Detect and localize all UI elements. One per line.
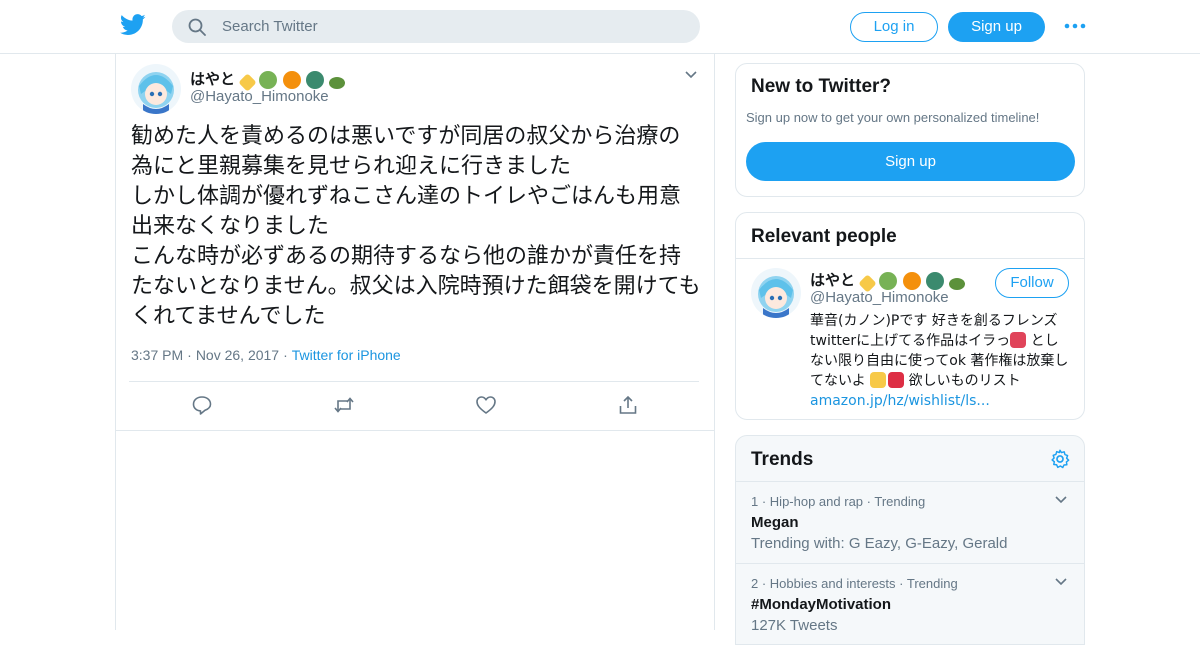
share-icon[interactable] [617,394,639,416]
tweet-source-link[interactable]: Twitter for iPhone [292,347,401,363]
dragon-icon [879,271,898,290]
display-name[interactable]: はやと [190,68,346,92]
tiger-face-icon [902,271,921,290]
person-name[interactable]: はやと [810,269,966,293]
name-emojis [858,271,966,293]
person-name-text: はやと [810,272,856,289]
person-bio: 華音(カノン)Pです 好きを創るフレンズ twitterに上げてる作品はイラっ … [810,311,1072,411]
sidebar-signup-button[interactable]: Sign up [746,142,1075,181]
trend-name: #MondayMotivation [751,596,892,613]
meta-separator: · [283,347,288,363]
signup-button[interactable]: Sign up [948,12,1045,42]
trend-category: 1 · Hip-hop and rap · Trending [751,494,926,509]
relevant-people-card: Relevant people はやと @Hayato_Himonoke Fol… [735,212,1085,420]
card-title: Relevant people [751,226,897,247]
bio-text: 欲しいものリスト [908,373,1021,389]
more-dots-icon[interactable] [1064,19,1086,33]
card-title: Trends [751,449,814,470]
tweet: はやと @Hayato_Himonoke 勧めた人を責めるのは悪いですが同居の叔… [116,54,714,431]
meta-separator: · [187,347,192,363]
tweet-meta: 3:37 PM · Nov 26, 2017 · Twitter for iPhone [131,347,401,363]
dragon-icon [259,70,278,89]
trend-topic: Hip-hop and rap [769,494,864,509]
search-box[interactable] [172,10,700,43]
name-emojis [238,70,346,92]
chevron-down-icon[interactable] [1054,577,1068,587]
trend-context: Trending with: G Eazy, G-Eazy, Gerald [751,535,1008,552]
login-button[interactable]: Log in [850,12,938,42]
new-to-twitter-card: New to Twitter? Sign up now to get your … [735,63,1085,197]
trend-name: Megan [751,514,799,531]
search-icon [188,18,206,36]
avatar-image [131,64,181,114]
search-input[interactable] [222,10,682,43]
twitter-bird-icon[interactable] [120,14,146,36]
person-handle[interactable]: @Hayato_Himonoke [810,289,949,306]
card-title: New to Twitter? [751,76,892,97]
retweet-icon[interactable] [333,394,355,416]
tiger-face-icon [282,70,301,89]
chevron-down-icon[interactable] [684,70,698,80]
gift-icon [888,372,905,388]
trend-rank: 2 [751,576,759,591]
trend-rank: 1 [751,494,759,509]
reply-icon[interactable] [191,394,213,416]
display-name-text: はやと [190,71,236,88]
trend-category: 2 · Hobbies and interests · Trending [751,576,958,591]
trends-card: Trends 1 · Hip-hop and rap · Trending Me… [735,435,1085,645]
trend-item[interactable]: 2 · Hobbies and interests · Trending #Mo… [736,563,1084,644]
sparkles-icon [870,372,887,388]
anger-icon [1010,332,1027,348]
tweet-date[interactable]: Nov 26, 2017 [196,347,279,363]
avatar[interactable] [751,268,801,318]
tweet-text: 勧めた人を責めるのは悪いですが同居の叔父から治療の為にと里親募集を見せられ迎えに… [131,124,701,329]
divider [129,381,699,382]
username-handle[interactable]: @Hayato_Himonoke [190,88,329,105]
gear-icon[interactable] [1049,448,1071,470]
turtle-icon [948,277,965,290]
follow-button[interactable]: Follow [995,268,1069,298]
turtle-icon [328,76,345,89]
divider [736,258,1084,259]
top-bar: Log in Sign up [0,0,1200,54]
avatar-image [751,268,801,318]
trend-context: 127K Tweets [751,617,838,634]
like-icon[interactable] [475,394,497,416]
trend-topic: Hobbies and interests [769,576,896,591]
peacock-icon [925,271,944,290]
peacock-icon [305,70,324,89]
trend-item[interactable]: 1 · Hip-hop and rap · Trending Megan Tre… [736,481,1084,563]
trend-status: Trending [874,494,926,509]
chevron-down-icon[interactable] [1054,495,1068,505]
trend-status: Trending [906,576,958,591]
card-subtitle: Sign up now to get your own personalized… [746,110,1040,125]
tweet-column: はやと @Hayato_Himonoke 勧めた人を責めるのは悪いですが同居の叔… [115,54,715,630]
avatar[interactable] [131,64,181,114]
tweet-time[interactable]: 3:37 PM [131,347,183,363]
bio-link[interactable]: amazon.jp/hz/wishlist/ls... [810,393,990,409]
